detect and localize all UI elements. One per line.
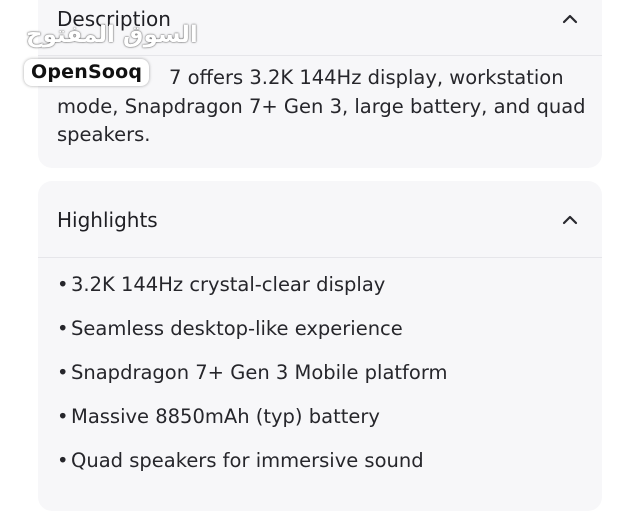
bullet: •: [57, 449, 69, 472]
chevron-up-icon[interactable]: [560, 9, 580, 29]
description-title: Description: [57, 7, 171, 31]
highlights-section: Highlights • 3.2K 144Hz crystal-clear dis…: [38, 181, 602, 511]
bullet: •: [57, 317, 69, 340]
description-text: 7 offers 3.2K 144Hz display, workstation…: [57, 66, 586, 146]
description-divider: [38, 55, 602, 56]
highlights-list: • 3.2K 144Hz crystal-clear display • Seaml…: [57, 271, 448, 491]
highlight-item: • Seamless desktop-like experience: [57, 315, 448, 359]
highlight-item: • Snapdragon 7+ Gen 3 Mobile platform: [57, 359, 448, 403]
highlights-header[interactable]: Highlights: [38, 193, 602, 247]
highlight-item: • Massive 8850mAh (typ) battery: [57, 403, 448, 447]
description-section: Description 7 offers 3.2K 144Hz display,…: [38, 0, 602, 168]
highlights-divider: [38, 257, 602, 258]
bullet: •: [57, 273, 69, 296]
description-header[interactable]: Description: [38, 0, 602, 46]
highlight-item: • Quad speakers for immersive sound: [57, 447, 448, 491]
highlight-item: • 3.2K 144Hz crystal-clear display: [57, 271, 448, 315]
bullet: •: [57, 361, 69, 384]
highlights-title: Highlights: [57, 208, 158, 232]
bullet: •: [57, 405, 69, 428]
chevron-up-icon[interactable]: [560, 210, 580, 230]
